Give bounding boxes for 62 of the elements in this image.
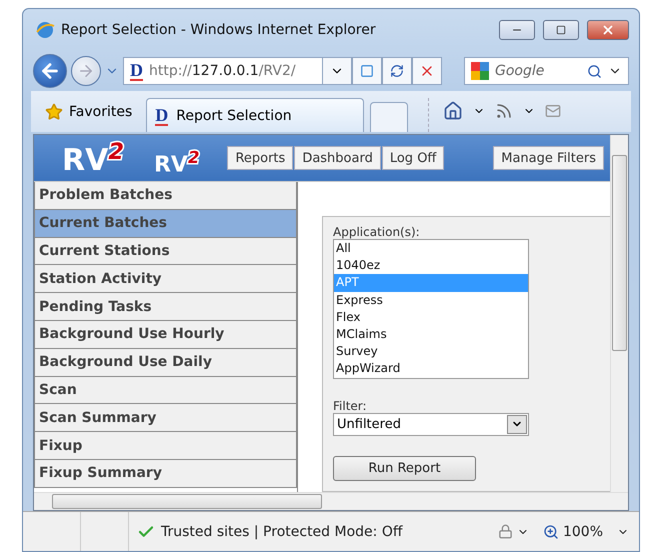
list-option[interactable]: 1040ez [334, 257, 528, 274]
report-menu-item[interactable]: Scan [34, 376, 297, 404]
back-button[interactable] [33, 54, 67, 88]
star-icon [45, 103, 63, 121]
manage-filters-button[interactable]: Manage Filters [493, 146, 604, 170]
dropdown-button[interactable] [507, 414, 527, 434]
close-icon [601, 23, 615, 37]
tab-label: Report Selection [176, 108, 292, 124]
applications-listbox[interactable]: All 1040ez APT Express Flex MClaims Survey AppWizard [333, 239, 529, 378]
report-menu-item[interactable]: Fixup [34, 432, 297, 460]
home-icon[interactable] [443, 101, 464, 121]
forward-arrow-icon [77, 62, 95, 80]
close-button[interactable] [587, 20, 629, 40]
report-menu-item[interactable]: Current Batches [34, 210, 297, 238]
list-option[interactable]: Express [334, 292, 528, 309]
applications-label: Application(s): [333, 225, 421, 239]
search-placeholder: Google [495, 63, 546, 79]
report-menu-item[interactable]: Scan Summary [34, 404, 297, 432]
refresh-button[interactable] [382, 57, 412, 85]
horizontal-scrollbar[interactable] [34, 492, 628, 510]
maximize-icon [556, 25, 566, 35]
search-field[interactable]: Google [464, 57, 629, 85]
search-provider-icon [471, 62, 489, 80]
list-option[interactable]: AppWizard [334, 360, 528, 378]
report-menu-item[interactable]: Station Activity [34, 265, 297, 294]
security-zone-status: Trusted sites | Protected Mode: Off [161, 524, 404, 540]
url-text: http://127.0.0.1/RV2/ [149, 63, 296, 79]
logo: RV$^{2}$ [154, 148, 200, 178]
list-option[interactable]: Flex [334, 308, 528, 326]
report-menu-item[interactable]: Current Stations [34, 238, 297, 266]
compatibility-button[interactable] [352, 57, 382, 85]
window-title: Report Selection - Windows Internet Explorer [61, 22, 377, 38]
globe-icon [35, 20, 55, 40]
browser-tab[interactable]: D Report Selection [146, 98, 364, 132]
filter-select[interactable]: Unfiltered [333, 412, 529, 436]
forward-button[interactable] [71, 56, 101, 86]
list-option[interactable]: MClaims [334, 326, 528, 344]
stop-button[interactable] [412, 57, 442, 85]
report-menu-item[interactable]: Background Use Hourly [34, 320, 297, 349]
feed-icon[interactable] [495, 102, 514, 120]
maximize-button[interactable] [543, 20, 579, 40]
filter-value: Unfiltered [337, 416, 401, 432]
address-field[interactable]: D http://127.0.0.1/RV2/ [123, 57, 323, 85]
run-report-button[interactable]: Run Report [333, 456, 476, 480]
report-menu-item[interactable]: Background Use Daily [34, 348, 297, 377]
nav-button[interactable]: Reports [227, 146, 294, 170]
zoom-icon[interactable] [542, 524, 559, 540]
filter-label: Filter: [333, 398, 368, 412]
zoom-level[interactable]: 100% [562, 524, 603, 540]
logo: RV$^{2}$ [62, 138, 124, 178]
vertical-scrollbar[interactable] [610, 135, 628, 492]
refresh-icon [390, 64, 404, 78]
nav-button[interactable]: Log Off [382, 146, 444, 170]
search-icon[interactable] [587, 64, 602, 78]
minimize-button[interactable] [499, 20, 535, 40]
favorites-button[interactable]: Favorites [37, 96, 140, 132]
nav-button[interactable]: Dashboard [294, 146, 381, 170]
report-menu-item[interactable]: Problem Batches [34, 182, 297, 210]
report-menu-item[interactable]: Pending Tasks [34, 293, 297, 321]
list-option[interactable]: All [334, 240, 528, 258]
report-menu-item[interactable]: Fixup Summary [34, 460, 297, 488]
list-option[interactable]: Survey [334, 343, 528, 360]
